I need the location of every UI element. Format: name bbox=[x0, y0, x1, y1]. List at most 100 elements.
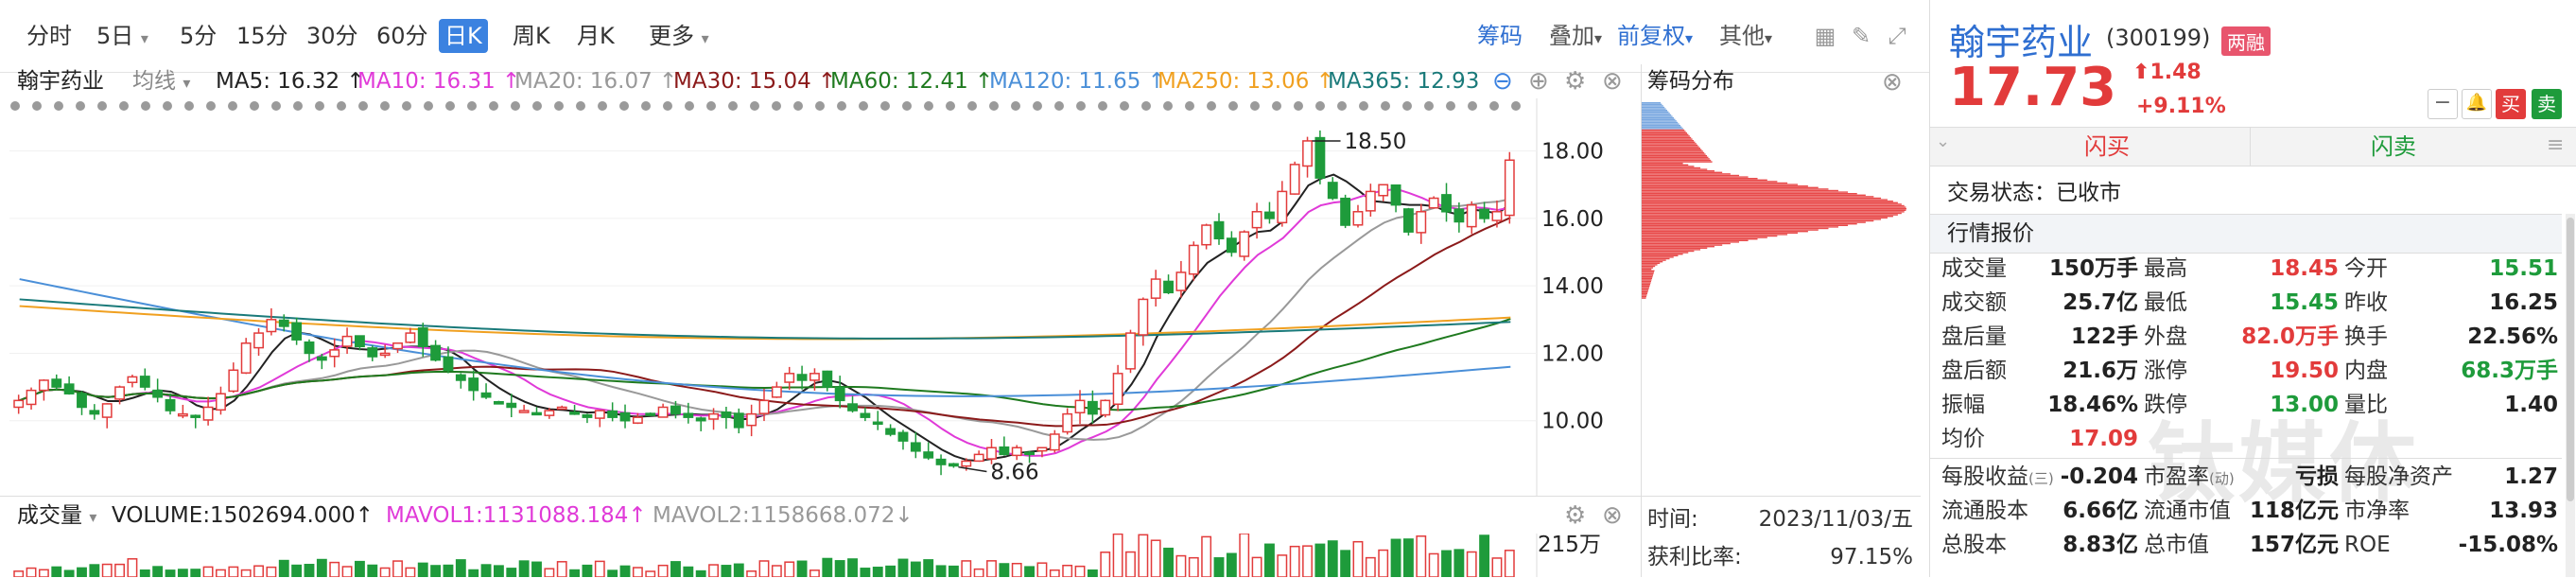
collapse-minus-icon[interactable]: ⊖ bbox=[1492, 64, 1513, 98]
volume-bar bbox=[594, 560, 605, 577]
menu-icon[interactable]: ≡ bbox=[2547, 133, 2564, 157]
volume-bar bbox=[1175, 554, 1187, 577]
period-30min[interactable]: 30分 bbox=[301, 19, 364, 53]
candle bbox=[1302, 136, 1313, 178]
quote-section-title: 行情报价 bbox=[1947, 221, 2034, 246]
volume-bar bbox=[582, 564, 593, 577]
add-indicator-icon[interactable]: ⊕ bbox=[1528, 64, 1549, 98]
event-marker-dot bbox=[815, 101, 825, 111]
period-5min[interactable]: 5分 bbox=[174, 19, 222, 53]
event-marker-dot bbox=[1402, 101, 1412, 111]
stock-name-label: 翰宇药业 bbox=[17, 69, 104, 94]
event-markers bbox=[10, 101, 1521, 111]
sell-button[interactable]: 卖 bbox=[2532, 89, 2562, 119]
period-monthly-k[interactable]: 月K bbox=[571, 19, 620, 53]
expand-chevron-icon[interactable]: ⌄ bbox=[1936, 131, 1950, 151]
volume-bar bbox=[796, 560, 808, 577]
volume-bar bbox=[544, 568, 555, 577]
adjust-menu[interactable]: 前复权▾ bbox=[1617, 19, 1693, 56]
chevron-down-icon: ▾ bbox=[1765, 29, 1773, 47]
period-5day[interactable]: 5日 ▾ bbox=[91, 19, 154, 53]
period-60min[interactable]: 60分 bbox=[371, 19, 434, 53]
settings-gear-icon[interactable]: ⚙ bbox=[1564, 64, 1586, 98]
chip-bar bbox=[1642, 128, 1683, 130]
event-marker-dot bbox=[250, 101, 259, 111]
volume-bar bbox=[114, 563, 126, 577]
volume-bar bbox=[1314, 543, 1326, 577]
chip-histogram bbox=[1642, 102, 1906, 299]
volume-bar bbox=[392, 560, 403, 577]
quote-value: 150万手 bbox=[2048, 256, 2138, 281]
event-marker-dot bbox=[598, 101, 607, 111]
close-icon[interactable]: ⊗ bbox=[1882, 68, 1903, 96]
flash-buy-button[interactable]: 闪买 bbox=[1964, 128, 2251, 166]
close-icon[interactable]: ⊗ bbox=[1602, 499, 1623, 533]
bell-icon[interactable]: 🔔 bbox=[2462, 89, 2492, 119]
remove-watch-button[interactable]: − bbox=[2428, 89, 2458, 119]
volume-value: VOLUME:1502694.000↑ bbox=[112, 503, 374, 528]
chip-bar bbox=[1642, 125, 1680, 127]
flash-sell-button[interactable]: 闪卖 bbox=[2252, 128, 2535, 166]
chip-bar bbox=[1642, 106, 1665, 109]
period-15min[interactable]: 15分 bbox=[231, 19, 294, 53]
volume-bar bbox=[847, 558, 858, 577]
volume-bar bbox=[1125, 551, 1136, 577]
candle bbox=[1062, 408, 1073, 435]
volume-title-label: 成交量 bbox=[17, 503, 82, 528]
event-marker-dot bbox=[924, 101, 933, 111]
scrollbar-thumb[interactable] bbox=[2567, 218, 2574, 501]
event-marker-dot bbox=[1315, 101, 1325, 111]
quote-value: 21.6万 bbox=[2063, 359, 2138, 383]
scrollbar[interactable] bbox=[2566, 214, 2575, 577]
other-menu[interactable]: 其他▾ bbox=[1719, 19, 1772, 56]
volume-bar bbox=[1378, 549, 1389, 577]
candle bbox=[1428, 196, 1439, 209]
volume-bar bbox=[1251, 556, 1262, 577]
chip-bar bbox=[1642, 151, 1705, 154]
close-icon[interactable]: ⊗ bbox=[1602, 64, 1623, 98]
chip-bar bbox=[1642, 224, 1849, 226]
fullscreen-icon[interactable]: ⤢ bbox=[1886, 25, 1908, 47]
volume-bar bbox=[1365, 556, 1376, 577]
chip-bar bbox=[1642, 174, 1740, 177]
candle bbox=[1466, 201, 1477, 235]
overlay-menu[interactable]: 叠加▾ bbox=[1549, 19, 1602, 56]
volume-bar bbox=[430, 565, 442, 577]
candle bbox=[177, 404, 188, 419]
volume-bar bbox=[645, 570, 656, 577]
volume-bar bbox=[202, 566, 214, 577]
volume-bar bbox=[531, 561, 542, 577]
candle bbox=[1327, 177, 1338, 201]
volume-bar bbox=[556, 561, 567, 577]
period-weekly-k[interactable]: 周K bbox=[507, 19, 556, 53]
ma60-value: MA60: 12.41 ↑ bbox=[830, 69, 994, 94]
adjust-label: 前复权 bbox=[1617, 23, 1685, 49]
ma-type-select[interactable]: 均线 ▾ bbox=[132, 64, 190, 100]
quote-section-header: 行情报价 bbox=[1930, 214, 2562, 254]
chip-bar bbox=[1642, 271, 1654, 273]
candle bbox=[405, 327, 416, 343]
event-marker-dot bbox=[228, 101, 237, 111]
kline-chart[interactable]: 18.00 16.00 14.00 12.00 10.00 18.50 8.66 bbox=[0, 98, 1641, 496]
volume-bar bbox=[1327, 540, 1338, 577]
chips-toggle[interactable]: 筹码 bbox=[1477, 19, 1523, 53]
volume-bar bbox=[291, 564, 303, 577]
volume-title[interactable]: 成交量 ▾ bbox=[17, 499, 96, 534]
volume-bar bbox=[1100, 552, 1111, 577]
grid-layout-icon[interactable]: ▦ bbox=[1814, 25, 1836, 47]
chip-bar bbox=[1642, 115, 1673, 117]
event-marker-dot bbox=[1120, 101, 1129, 111]
period-toolbar: 分时 5日 ▾ 5分 15分 30分 60分 日K 周K 月K 更多 ▾ 筹码 … bbox=[0, 0, 1929, 73]
overlay-label: 叠加 bbox=[1549, 23, 1594, 49]
trade-status: 交易状态：已收市 bbox=[1947, 181, 2121, 205]
candle bbox=[556, 405, 567, 411]
more-periods[interactable]: 更多 ▾ bbox=[643, 19, 715, 53]
draw-pen-icon[interactable]: ✎ bbox=[1850, 25, 1872, 47]
period-daily-k[interactable]: 日K bbox=[439, 19, 488, 53]
chip-bar bbox=[1642, 197, 1882, 200]
buy-button[interactable]: 买 bbox=[2496, 89, 2526, 119]
candle bbox=[1314, 130, 1326, 184]
chip-bar bbox=[1642, 182, 1788, 184]
chip-bar bbox=[1642, 256, 1674, 258]
period-intraday[interactable]: 分时 bbox=[21, 19, 78, 53]
